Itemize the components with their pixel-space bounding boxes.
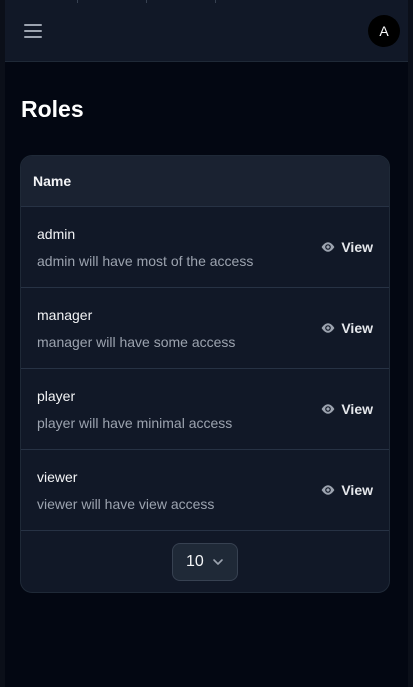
divider xyxy=(77,0,78,3)
eye-icon xyxy=(321,323,335,333)
pagination: 10 xyxy=(21,531,389,592)
per-page-value: 10 xyxy=(186,552,204,570)
table-row: player player will have minimal access V… xyxy=(21,369,389,450)
page-title: Roles xyxy=(21,96,84,122)
view-role-button[interactable]: View xyxy=(320,239,373,255)
app-frame: A Roles Name admin admin will have most … xyxy=(0,0,413,687)
column-header-name: Name xyxy=(21,156,389,207)
role-name: manager xyxy=(37,306,93,323)
view-label: View xyxy=(341,239,373,255)
table-row: viewer viewer will have view access View xyxy=(21,450,389,531)
eye-icon xyxy=(321,485,335,495)
table-row: manager manager will have some access Vi… xyxy=(21,288,389,369)
roles-table: Name admin admin will have most of the a… xyxy=(20,155,390,593)
divider xyxy=(215,0,216,3)
view-label: View xyxy=(341,482,373,498)
view-role-button[interactable]: View xyxy=(320,401,373,417)
column-header-label: Name xyxy=(33,173,72,189)
role-name: admin xyxy=(37,225,76,242)
role-name: player xyxy=(37,387,76,404)
view-role-button[interactable]: View xyxy=(320,482,373,498)
chevron-down-icon xyxy=(213,558,223,565)
avatar[interactable]: A xyxy=(368,14,400,47)
hamburger-menu-icon[interactable] xyxy=(18,16,48,46)
table-row: admin admin will have most of the access… xyxy=(21,207,389,288)
role-description: viewer will have view access xyxy=(37,495,215,512)
top-navbar: A xyxy=(5,0,408,62)
view-label: View xyxy=(341,320,373,336)
role-description: admin will have most of the access xyxy=(37,252,254,269)
per-page-select[interactable]: 10 xyxy=(172,542,238,581)
role-description: player will have minimal access xyxy=(37,414,233,431)
role-description: manager will have some access xyxy=(37,333,236,350)
eye-icon xyxy=(321,404,335,414)
view-label: View xyxy=(341,401,373,417)
divider xyxy=(146,0,147,3)
eye-icon xyxy=(321,242,335,252)
view-role-button[interactable]: View xyxy=(320,320,373,336)
role-name: viewer xyxy=(37,468,78,485)
